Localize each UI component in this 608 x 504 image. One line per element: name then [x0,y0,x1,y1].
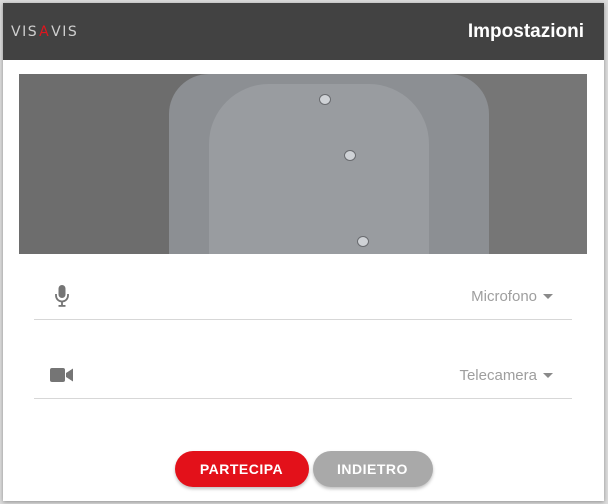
chevron-down-icon [543,293,553,299]
page-title: Impostazioni [467,20,584,42]
back-button[interactable]: INDIETRO [312,451,433,487]
logo-text-left: VIS [11,23,39,40]
microphone-label: Microfono [471,287,537,305]
header-bar: VIS A VIS Impostazioni [3,3,604,60]
microphone-icon [50,284,74,308]
microphone-select[interactable]: Microfono [34,273,572,320]
camera-select[interactable]: Telecamera [34,352,572,399]
chevron-down-icon [543,372,553,378]
app-logo: VIS A VIS [11,24,78,40]
microphone-select-value[interactable]: Microfono [471,288,553,305]
logo-text-right: VIS [51,23,79,40]
camera-select-value[interactable]: Telecamera [459,367,553,384]
camera-label: Telecamera [459,366,537,384]
join-button[interactable]: PARTECIPA [174,451,309,487]
action-buttons: PARTECIPA INDIETRO [3,451,604,487]
logo-mark: A [39,23,51,40]
camera-preview [19,74,587,254]
settings-dialog: VIS A VIS Impostazioni Microfono Telecam… [3,3,604,501]
video-camera-icon [50,363,74,387]
